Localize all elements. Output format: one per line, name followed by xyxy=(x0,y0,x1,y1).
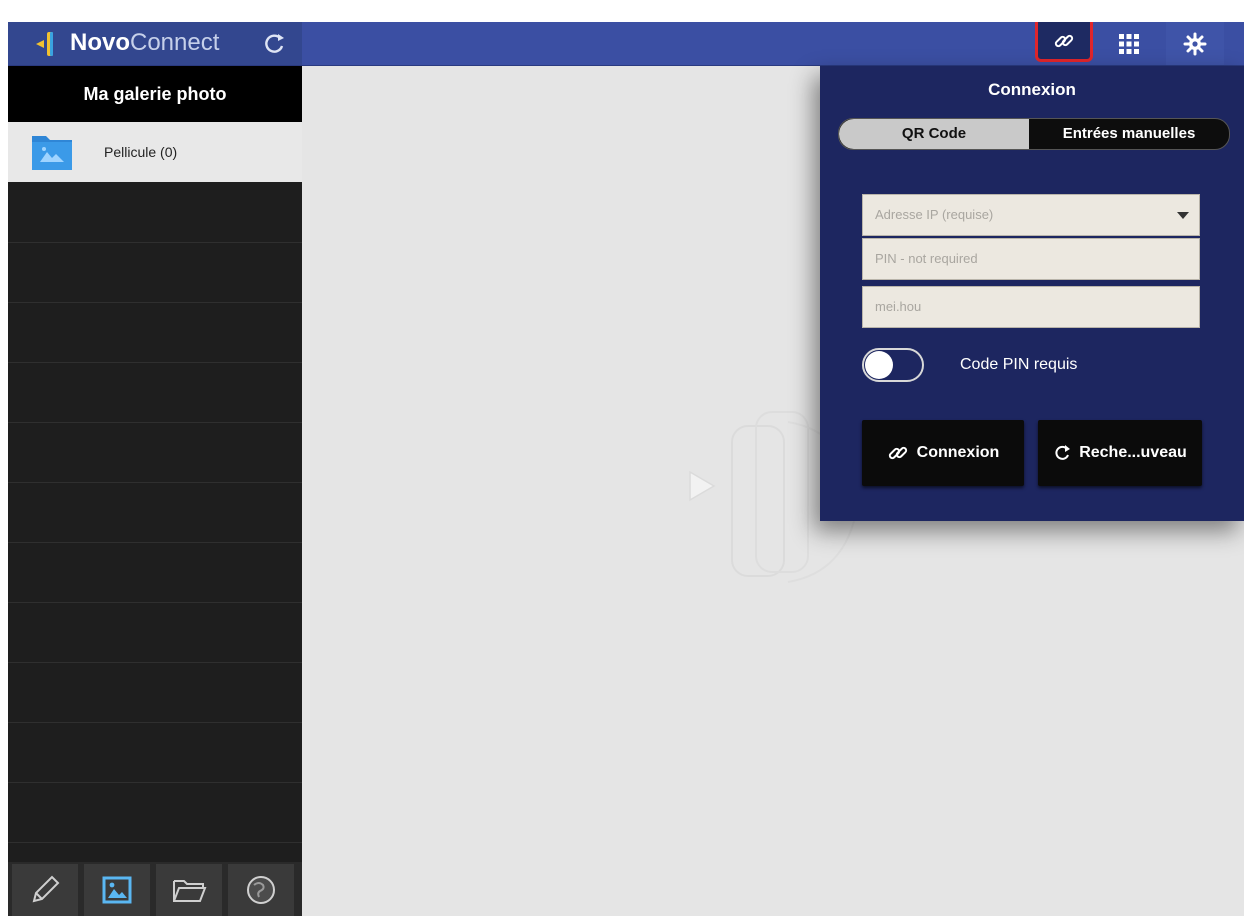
app-window: NovoConnect Ma galerie photo Pellicule (… xyxy=(8,22,1244,916)
folder-open-icon xyxy=(173,880,207,902)
pin-required-toggle[interactable] xyxy=(862,348,924,382)
list-divider xyxy=(8,422,302,423)
refresh-icon xyxy=(1055,445,1071,460)
image-folder-icon xyxy=(32,136,72,170)
list-divider xyxy=(8,542,302,543)
globe-icon xyxy=(247,876,275,904)
toggle-knob xyxy=(865,351,893,379)
app-title-light: Connect xyxy=(130,29,220,56)
list-divider xyxy=(8,362,302,363)
gallery-header: Ma galerie photo xyxy=(8,66,302,122)
sidebar: Ma galerie photo Pellicule (0) xyxy=(8,66,302,916)
tab-photos[interactable] xyxy=(84,864,150,916)
gear-icon xyxy=(1183,32,1207,55)
connection-panel: Connexion QR Code Entrées manuelles Adre… xyxy=(820,66,1244,521)
pencil-icon xyxy=(32,875,60,903)
connection-mode-segmented-control: QR Code Entrées manuelles xyxy=(838,118,1230,150)
list-divider xyxy=(8,482,302,483)
pin-input[interactable]: PIN - not required xyxy=(862,238,1200,280)
segment-manual-entry[interactable]: Entrées manuelles xyxy=(1029,119,1229,149)
search-again-button[interactable]: Reche...uveau xyxy=(1038,420,1202,486)
refresh-icon[interactable] xyxy=(260,30,288,58)
top-bar: NovoConnect xyxy=(8,22,1244,66)
pin-required-label: Code PIN requis xyxy=(960,356,1078,373)
list-divider xyxy=(8,302,302,303)
novoconnect-logo-icon xyxy=(36,32,53,56)
tab-files[interactable] xyxy=(156,864,222,916)
display-name-input[interactable]: mei.hou xyxy=(862,286,1200,328)
link-icon xyxy=(1054,34,1074,48)
ip-address-placeholder: Adresse IP (requise) xyxy=(875,207,994,222)
ip-address-dropdown[interactable]: Adresse IP (requise) xyxy=(862,194,1200,236)
image-icon xyxy=(102,876,132,904)
dropdown-caret-icon xyxy=(1177,212,1189,219)
list-divider xyxy=(8,842,302,843)
segment-qr-code[interactable]: QR Code xyxy=(839,119,1029,149)
tab-draw[interactable] xyxy=(12,864,78,916)
settings-button[interactable] xyxy=(1166,22,1224,65)
list-divider xyxy=(8,602,302,603)
link-icon xyxy=(888,446,907,460)
list-divider xyxy=(8,242,302,243)
panel-title: Connexion xyxy=(988,80,1076,99)
apps-button[interactable] xyxy=(1100,22,1158,65)
list-divider xyxy=(8,662,302,663)
app-title-bold: Novo xyxy=(70,29,130,56)
connect-button-label: Connexion xyxy=(916,444,1000,461)
folder-label: Pellicule (0) xyxy=(104,144,178,160)
list-divider xyxy=(8,722,302,723)
app-title: NovoConnect xyxy=(70,30,219,56)
list-divider xyxy=(8,782,302,783)
brand-area: NovoConnect xyxy=(8,22,302,65)
pin-placeholder: PIN - not required xyxy=(875,251,978,266)
connect-button[interactable]: Connexion xyxy=(862,420,1024,486)
tab-web[interactable] xyxy=(228,864,294,916)
search-again-label: Reche...uveau xyxy=(1079,444,1187,461)
grid-icon xyxy=(1119,33,1139,54)
connection-button[interactable] xyxy=(1035,22,1093,62)
folder-item-pellicule[interactable]: Pellicule (0) xyxy=(8,122,302,182)
display-name-value: mei.hou xyxy=(875,299,922,314)
sidebar-tab-bar xyxy=(8,862,302,916)
